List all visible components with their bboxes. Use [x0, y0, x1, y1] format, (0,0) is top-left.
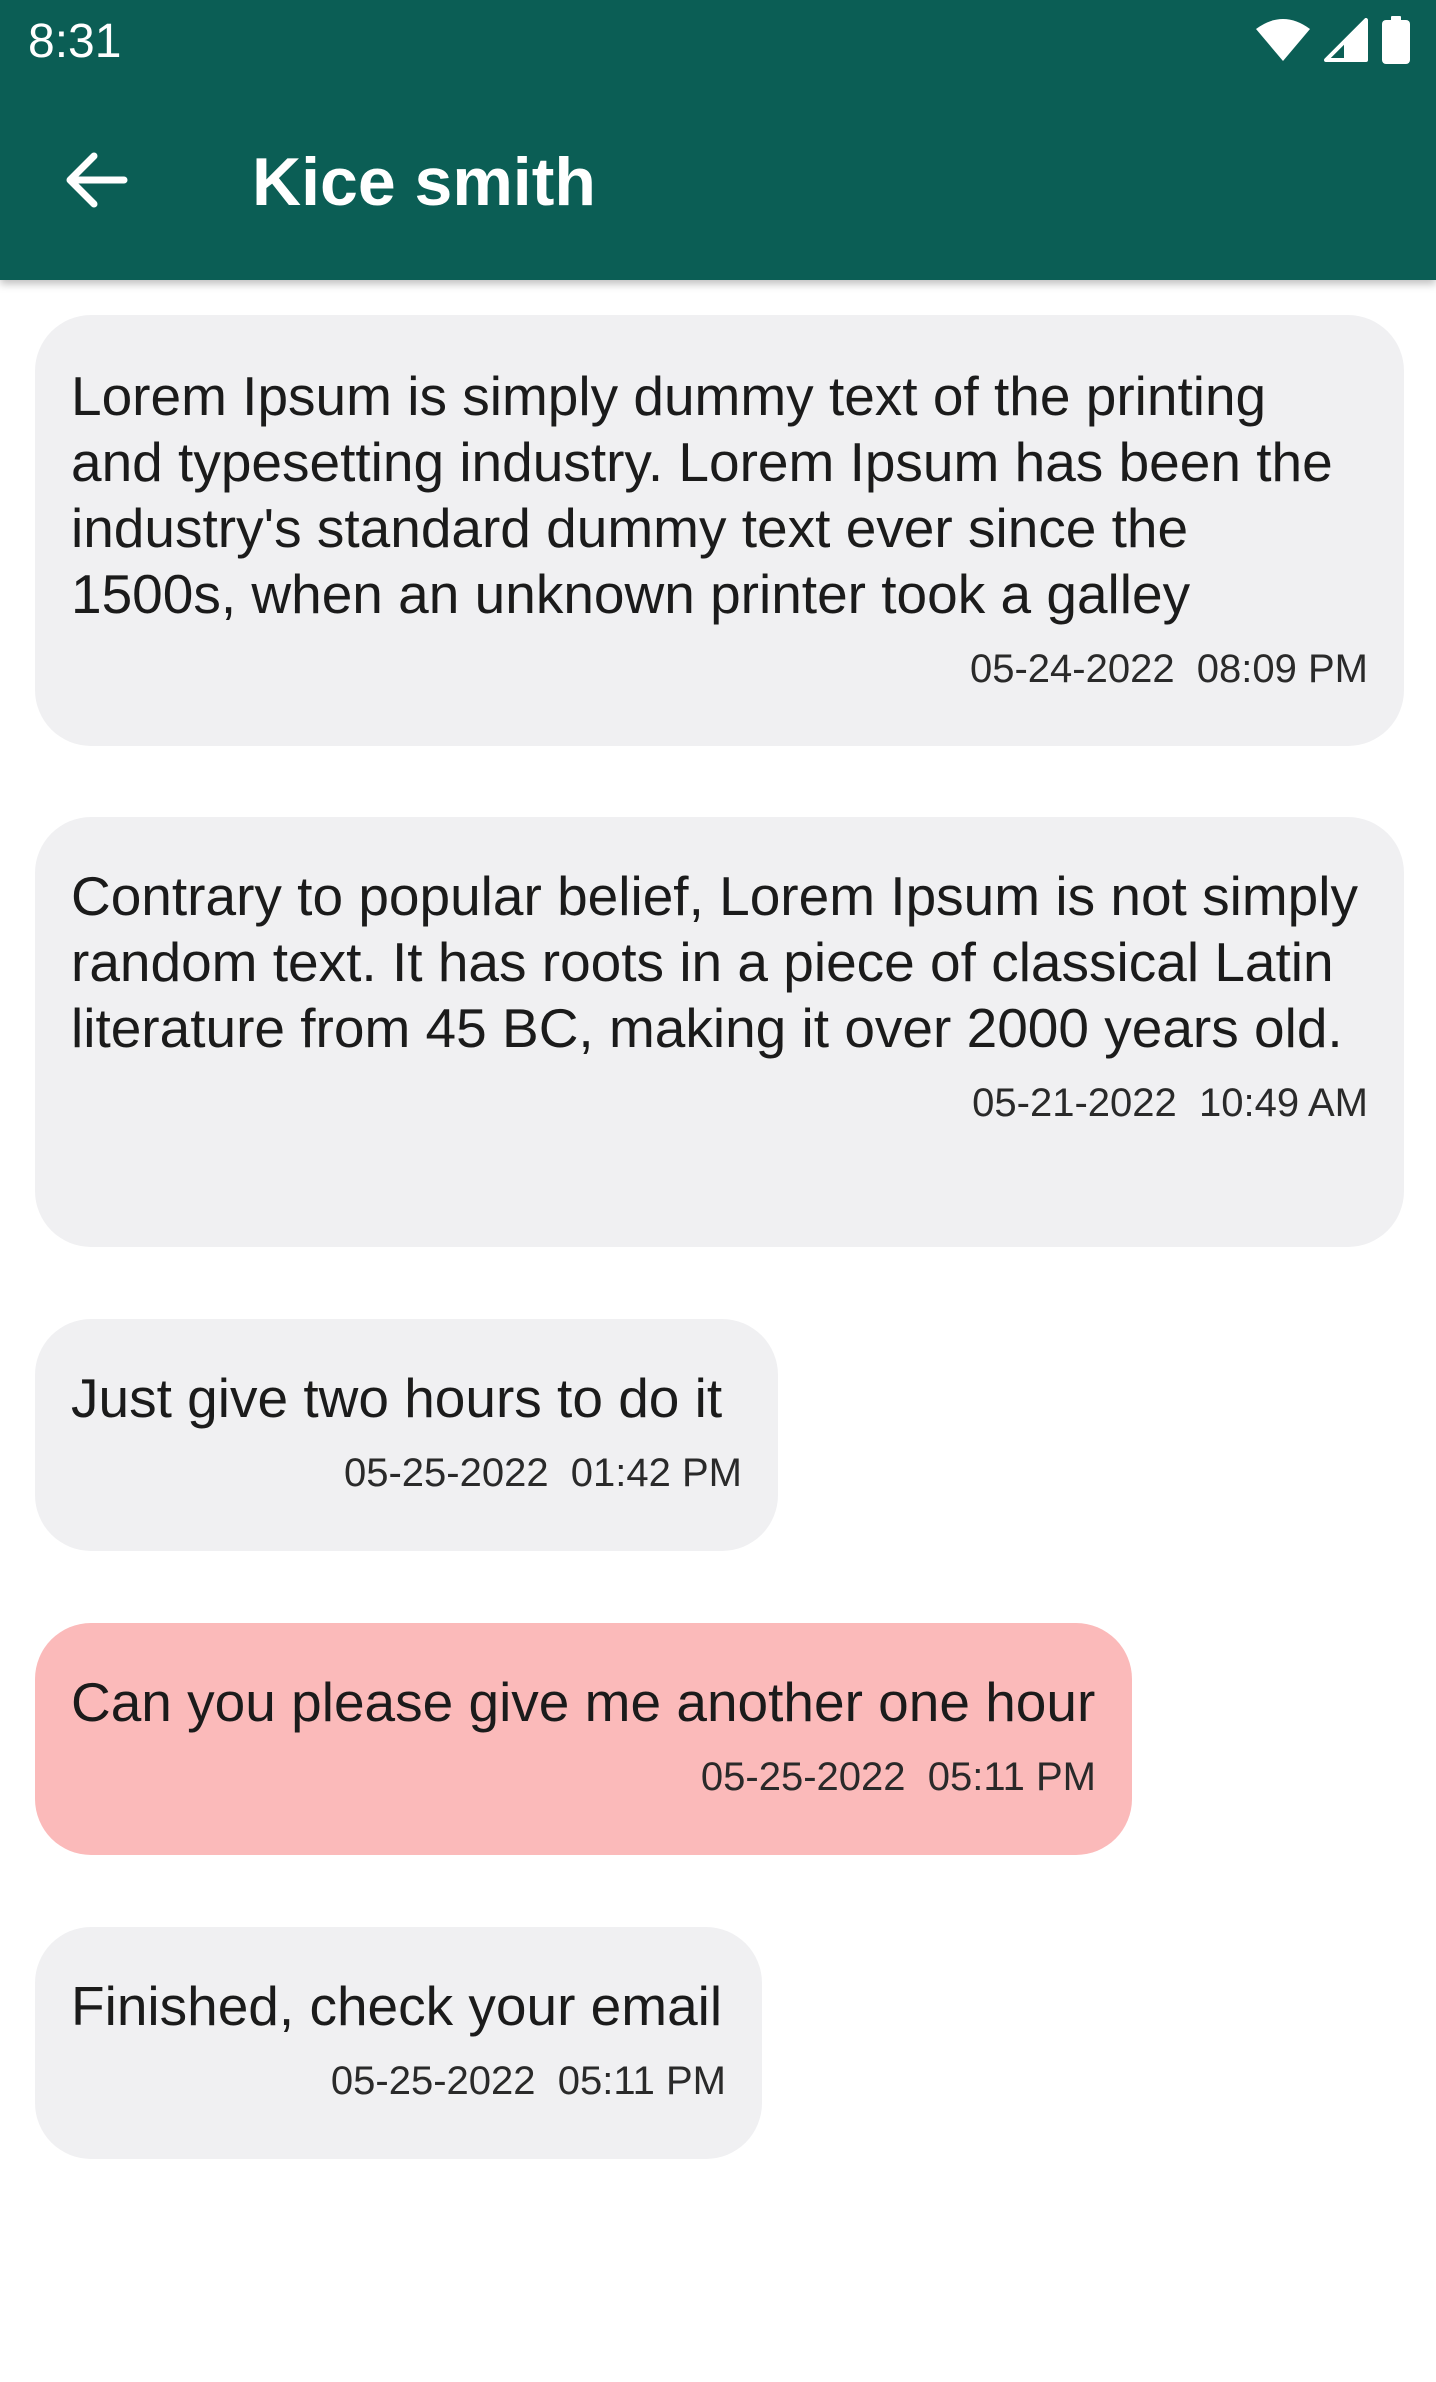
status-icons	[1256, 15, 1410, 69]
message-bubble-received[interactable]: Finished, check your email 05-25-2022 05…	[35, 1927, 762, 2159]
message-bubble-received[interactable]: Contrary to popular belief, Lorem Ipsum …	[35, 817, 1404, 1247]
message-text: Finished, check your email	[71, 1975, 723, 2037]
message-timestamp: 05-24-2022 08:09 PM	[969, 647, 1368, 691]
message-text: Lorem Ipsum is simply dummy text of the …	[71, 365, 1333, 625]
cellular-signal-icon	[1324, 17, 1368, 67]
message-bubble-received[interactable]: Just give two hours to do it 05-25-2022 …	[35, 1319, 778, 1551]
back-button[interactable]	[44, 130, 148, 234]
message-bubble-received[interactable]: Lorem Ipsum is simply dummy text of the …	[35, 315, 1404, 746]
message-list[interactable]: Lorem Ipsum is simply dummy text of the …	[0, 280, 1436, 2382]
message-timestamp: 05-25-2022 05:11 PM	[330, 2059, 726, 2103]
top-bar: 8:31 Kice smith	[0, 0, 1436, 280]
message-text: Just give two hours to do it	[71, 1367, 723, 1429]
message-text: Contrary to popular belief, Lorem Ipsum …	[71, 865, 1358, 1059]
message-timestamp: 05-25-2022 01:42 PM	[343, 1451, 742, 1495]
status-bar: 8:31	[0, 0, 1436, 84]
message-timestamp: 05-21-2022 10:49 AM	[972, 1081, 1368, 1125]
battery-icon	[1382, 15, 1410, 69]
message-timestamp: 05-25-2022 05:11 PM	[700, 1755, 1096, 1799]
status-time: 8:31	[28, 15, 122, 68]
chat-screen: 8:31 Kice smith Lorem Ipsum is simply du…	[0, 0, 1436, 2382]
arrow-back-icon	[64, 150, 128, 215]
wifi-icon	[1256, 18, 1310, 66]
chat-title: Kice smith	[252, 144, 596, 220]
message-text: Can you please give me another one hour	[71, 1671, 1096, 1733]
message-bubble-sent[interactable]: Can you please give me another one hour …	[35, 1623, 1132, 1855]
app-bar: Kice smith	[0, 84, 1436, 280]
